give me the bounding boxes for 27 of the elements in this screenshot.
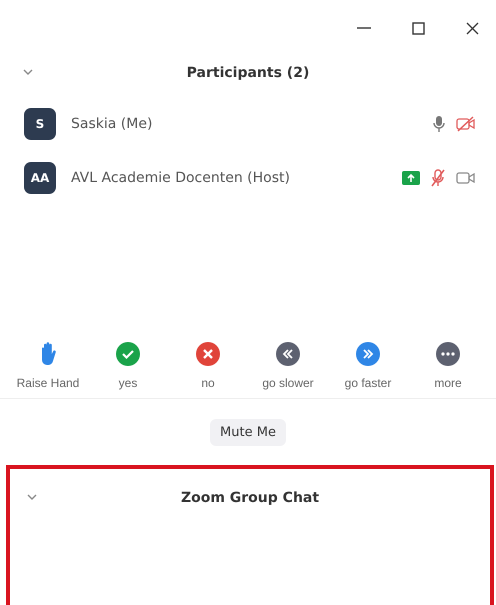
fast-forward-icon xyxy=(356,342,380,366)
participant-name: AVL Academie Docenten (Host) xyxy=(71,170,291,186)
check-icon xyxy=(116,342,140,366)
microphone-icon[interactable] xyxy=(432,115,446,133)
panel-title: Zoom Group Chat xyxy=(180,490,320,506)
raised-hand-icon xyxy=(39,342,57,366)
chevron-icon[interactable] xyxy=(22,68,34,76)
video-camera-icon[interactable] xyxy=(456,171,476,185)
rewind-icon xyxy=(276,342,300,366)
reaction-button[interactable]: go slower xyxy=(248,342,328,390)
participant-name: Saskia (Me) xyxy=(71,116,154,132)
reaction-button[interactable]: Raise Hand xyxy=(8,342,88,390)
mute-button[interactable]: Mute Me xyxy=(210,419,286,446)
minimize-icon[interactable] xyxy=(357,27,371,29)
video-off-icon[interactable] xyxy=(456,116,476,132)
reaction-button[interactable]: no xyxy=(168,342,248,390)
close-icon xyxy=(196,342,220,366)
reaction-button[interactable]: go faster xyxy=(328,342,408,390)
chevron-icon[interactable] xyxy=(26,493,38,501)
avatar: S xyxy=(24,108,56,140)
share-screen-icon xyxy=(402,171,420,185)
panel-title: Participants (2) xyxy=(186,65,310,81)
avatar: AA xyxy=(24,162,56,194)
reaction-button[interactable]: yes xyxy=(88,342,168,390)
more-icon xyxy=(436,342,460,366)
muted-microphone-icon[interactable] xyxy=(430,169,446,187)
reaction-button[interactable]: more xyxy=(408,342,488,390)
